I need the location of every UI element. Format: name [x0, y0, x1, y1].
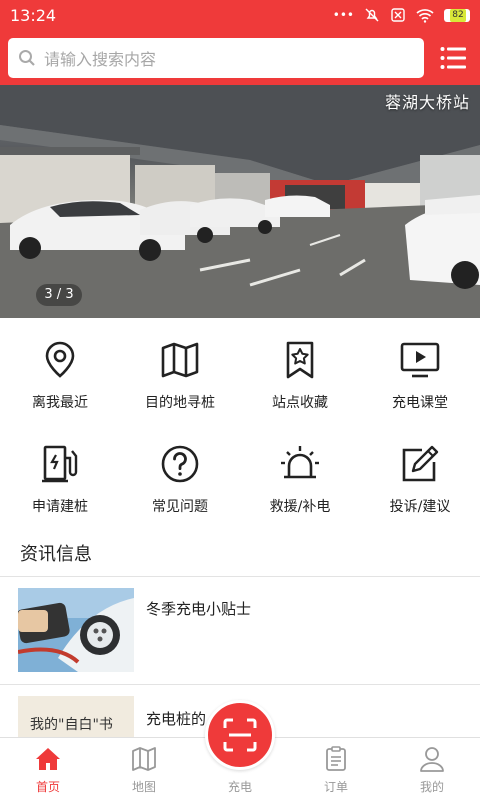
feature-label: 常见问题: [152, 499, 208, 515]
scan-icon: [223, 718, 257, 752]
news-section-title: 资讯信息: [20, 544, 92, 565]
feature-row-1: 离我最近 目的地寻桩 站点收藏 充电课堂: [0, 330, 480, 434]
feature-label: 目的地寻桩: [145, 395, 215, 411]
feature-faq[interactable]: 常见问题: [120, 434, 240, 538]
feature-label: 充电课堂: [392, 395, 448, 411]
tab-map[interactable]: 地图: [96, 738, 192, 801]
question-icon: [161, 445, 199, 483]
sim-x-icon: [391, 8, 405, 22]
banner-pager: 3 / 3: [36, 284, 82, 306]
feature-label: 离我最近: [32, 395, 88, 411]
user-icon: [420, 747, 444, 772]
news-item-title: 冬季充电小贴士: [146, 600, 252, 618]
status-icons: ••• 82: [333, 7, 470, 23]
feature-label: 站点收藏: [272, 395, 328, 411]
tab-home[interactable]: 首页: [0, 738, 96, 801]
search-placeholder: 请输入搜索内容: [44, 49, 157, 69]
battery-icon: 82: [444, 8, 470, 22]
wifi-icon: [416, 9, 434, 23]
feature-row-2: 申请建桩 常见问题 救援/补电 投诉/建议: [0, 434, 480, 538]
tab-label: 地图: [131, 780, 156, 794]
feature-label: 申请建桩: [32, 499, 88, 515]
list-menu-icon: [440, 46, 466, 69]
news-thumbnail: [18, 588, 134, 672]
feature-destination[interactable]: 目的地寻桩: [120, 330, 240, 434]
menu-button[interactable]: [440, 46, 466, 70]
tab-orders[interactable]: 订单: [288, 738, 384, 801]
charge-scan-button[interactable]: [205, 700, 275, 770]
alarm-light-icon: [281, 446, 319, 479]
edit-icon: [402, 445, 439, 482]
feature-apply-pile[interactable]: 申请建桩: [0, 434, 120, 538]
mute-icon: [365, 8, 379, 22]
battery-level: 82: [450, 8, 466, 22]
search-icon: [19, 49, 35, 66]
feature-classroom[interactable]: 充电课堂: [360, 330, 480, 434]
feature-complaint[interactable]: 投诉/建议: [360, 434, 480, 538]
home-icon: [36, 748, 60, 770]
map-icon: [132, 747, 156, 771]
charging-plug-image: [18, 588, 134, 672]
map-icon: [161, 342, 199, 378]
signal-dots-icon: •••: [332, 8, 354, 22]
news-item[interactable]: 冬季充电小贴士: [0, 576, 480, 684]
banner-carousel[interactable]: 蓉湖大桥站 3 / 3: [0, 85, 480, 318]
status-bar: 13:24 ••• 82: [0, 0, 480, 30]
status-time: 13:24: [10, 5, 57, 25]
feature-favorites[interactable]: 站点收藏: [240, 330, 360, 434]
tab-label: 首页: [35, 780, 60, 794]
video-play-icon: [400, 342, 440, 378]
bookmark-star-icon: [286, 341, 314, 379]
news-thumb-text: 我的"自白"书: [30, 717, 113, 733]
feature-nearby[interactable]: 离我最近: [0, 330, 120, 434]
charging-pile-icon: [42, 445, 78, 483]
search-input[interactable]: 请输入搜索内容: [8, 37, 424, 78]
feature-label: 投诉/建议: [389, 499, 451, 515]
feature-grid: 离我最近 目的地寻桩 站点收藏 充电课堂 申请建桩 常见问题 救援/补电 投诉/…: [0, 330, 480, 538]
order-list-icon: [326, 746, 346, 771]
banner-station-name: 蓉湖大桥站: [384, 93, 470, 112]
tab-label: 我的: [419, 780, 444, 794]
feature-rescue[interactable]: 救援/补电: [240, 434, 360, 538]
news-item-title: 充电桩的: [146, 710, 207, 728]
tab-label: 充电: [227, 780, 252, 794]
tab-profile[interactable]: 我的: [384, 738, 480, 801]
header: 请输入搜索内容: [0, 30, 480, 85]
feature-label: 救援/补电: [269, 499, 331, 515]
news-thumbnail: 我的"自白"书: [18, 696, 134, 737]
location-pin-icon: [45, 341, 75, 378]
tab-label: 订单: [323, 780, 348, 794]
